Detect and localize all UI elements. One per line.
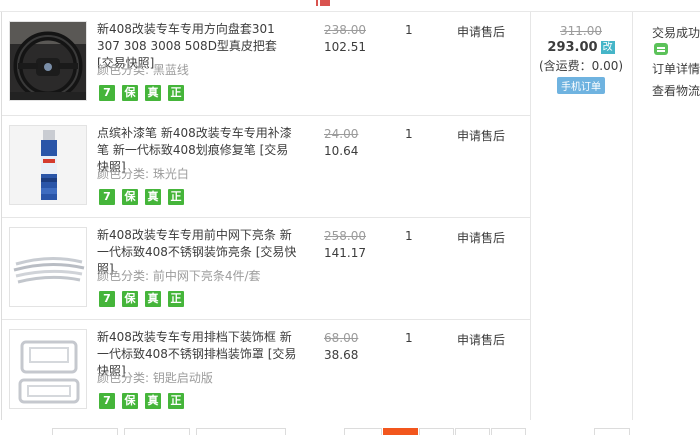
unit-price: 102.51 xyxy=(324,40,366,54)
view-logistics-link[interactable]: 查看物流 xyxy=(652,82,700,99)
genuine-icon[interactable]: 真 xyxy=(145,85,161,101)
spec-value: 钥匙启动版 xyxy=(152,371,213,385)
pager-button[interactable] xyxy=(124,428,190,435)
order-status-cell: 交易成功 订单详情 查看物流 xyxy=(633,12,700,99)
authentic-icon[interactable]: 正 xyxy=(168,85,184,101)
page-current[interactable] xyxy=(383,428,418,435)
seven-day-return-icon[interactable]: 7 xyxy=(99,85,115,101)
original-price: 258.00 xyxy=(324,229,366,243)
genuine-icon[interactable]: 真 xyxy=(145,189,161,205)
service-badges: 7 保 真 正 xyxy=(99,393,184,409)
spec-label: 颜色分类: xyxy=(97,371,150,385)
service-badges: 7 保 真 正 xyxy=(99,291,184,307)
item-spec: 颜色分类: 黑蓝线 xyxy=(97,61,189,78)
original-price: 68.00 xyxy=(324,331,359,345)
seven-day-return-icon[interactable]: 7 xyxy=(99,291,115,307)
trade-status: 交易成功 xyxy=(652,26,700,40)
order-item-row: 新408改装专车专用方向盘套301 307 308 3008 508D型真皮把套… xyxy=(2,12,530,116)
order-detail-link[interactable]: 订单详情 xyxy=(652,60,700,77)
guarantee-icon[interactable]: 保 xyxy=(122,393,138,409)
unit-price: 141.17 xyxy=(324,246,366,260)
gear-frame-photo xyxy=(10,330,86,408)
chrome-trim-strips-image[interactable] xyxy=(9,227,87,307)
item-spec: 颜色分类: 珠光白 xyxy=(97,165,189,182)
page-prev-button[interactable] xyxy=(344,428,382,435)
spec-label: 颜色分类: xyxy=(97,167,150,181)
spec-value: 黑蓝线 xyxy=(152,63,189,77)
unit-price: 10.64 xyxy=(324,144,359,158)
wangwang-chat-icon[interactable] xyxy=(654,43,668,55)
genuine-icon[interactable]: 真 xyxy=(145,393,161,409)
pager-button[interactable] xyxy=(196,428,286,435)
quantity: 1 xyxy=(405,23,413,37)
original-price: 238.00 xyxy=(324,23,366,37)
unit-price: 38.68 xyxy=(324,348,359,362)
shipping-fee: (含运费：0.00) xyxy=(538,59,624,73)
service-badges: 7 保 真 正 xyxy=(99,189,184,205)
trim-strips-photo xyxy=(10,228,86,306)
paint-pen-photo xyxy=(10,126,86,204)
after-sale-link[interactable]: 申请售后 xyxy=(457,331,505,348)
seven-day-return-icon[interactable]: 7 xyxy=(99,189,115,205)
original-total: 311.00 xyxy=(560,24,602,38)
steering-wheel-cover-photo xyxy=(10,22,86,100)
authentic-icon[interactable]: 正 xyxy=(168,189,184,205)
item-title-text[interactable]: 新408改装专车专用方向盘套301 307 308 3008 508D型真皮把套 xyxy=(97,22,277,53)
order-total-cell: 311.00 293.00 改 (含运费：0.00) 手机订单 xyxy=(531,12,631,94)
guarantee-icon[interactable]: 保 xyxy=(122,85,138,101)
top-strip xyxy=(0,0,700,12)
pagination-strip xyxy=(0,420,700,435)
after-sale-link[interactable]: 申请售后 xyxy=(457,23,505,40)
after-sale-link[interactable]: 申请售后 xyxy=(457,127,505,144)
quantity: 1 xyxy=(405,331,413,345)
guarantee-icon[interactable]: 保 xyxy=(122,291,138,307)
genuine-icon[interactable]: 真 xyxy=(145,291,161,307)
service-badges: 7 保 真 正 xyxy=(99,85,184,101)
total-amount-line: 293.00 改 xyxy=(531,40,631,55)
guarantee-icon[interactable]: 保 xyxy=(122,189,138,205)
page-button[interactable] xyxy=(491,428,526,435)
spec-label: 颜色分类: xyxy=(97,269,150,283)
mobile-order-tag: 手机订单 xyxy=(557,77,605,94)
spec-value: 前中网下亮条4件/套 xyxy=(152,269,261,283)
spec-value: 珠光白 xyxy=(152,167,189,181)
touch-up-paint-pen-image[interactable] xyxy=(9,125,87,205)
top-marker-gap xyxy=(318,0,320,8)
page-button[interactable] xyxy=(455,428,490,435)
after-sale-link[interactable]: 申请售后 xyxy=(457,229,505,246)
authentic-icon[interactable]: 正 xyxy=(168,291,184,307)
steering-wheel-cover-image[interactable] xyxy=(9,21,87,101)
order-item-row: 新408改装专车专用排档下装饰框 新一代标致408不锈钢排档装饰罩 [交易快照]… xyxy=(2,320,530,420)
seven-day-return-icon[interactable]: 7 xyxy=(99,393,115,409)
page-next-button[interactable] xyxy=(594,428,630,435)
price-modified-tag: 改 xyxy=(600,41,615,54)
original-price: 24.00 xyxy=(324,127,359,141)
authentic-icon[interactable]: 正 xyxy=(168,393,184,409)
quantity: 1 xyxy=(405,229,413,243)
order-item-row: 新408改装专车专用前中网下亮条 新一代标致408不锈钢装饰亮条 [交易快照] … xyxy=(2,218,530,320)
item-spec: 颜色分类: 前中网下亮条4件/套 xyxy=(97,267,261,284)
item-spec: 颜色分类: 钥匙启动版 xyxy=(97,369,213,386)
spec-label: 颜色分类: xyxy=(97,63,150,77)
page-button[interactable] xyxy=(419,428,454,435)
item-title-text[interactable]: 新408改装专车专用排档下装饰框 新一代标致408不锈钢排档装饰罩 xyxy=(97,330,292,361)
order-item-row: 点缤补漆笔 新408改装专车专用补漆笔 新一代标致408划痕修复笔 [交易快照]… xyxy=(2,116,530,218)
gear-shift-frame-image[interactable] xyxy=(9,329,87,409)
pager-button[interactable] xyxy=(52,428,118,435)
quantity: 1 xyxy=(405,127,413,141)
total-amount: 293.00 xyxy=(547,40,598,55)
